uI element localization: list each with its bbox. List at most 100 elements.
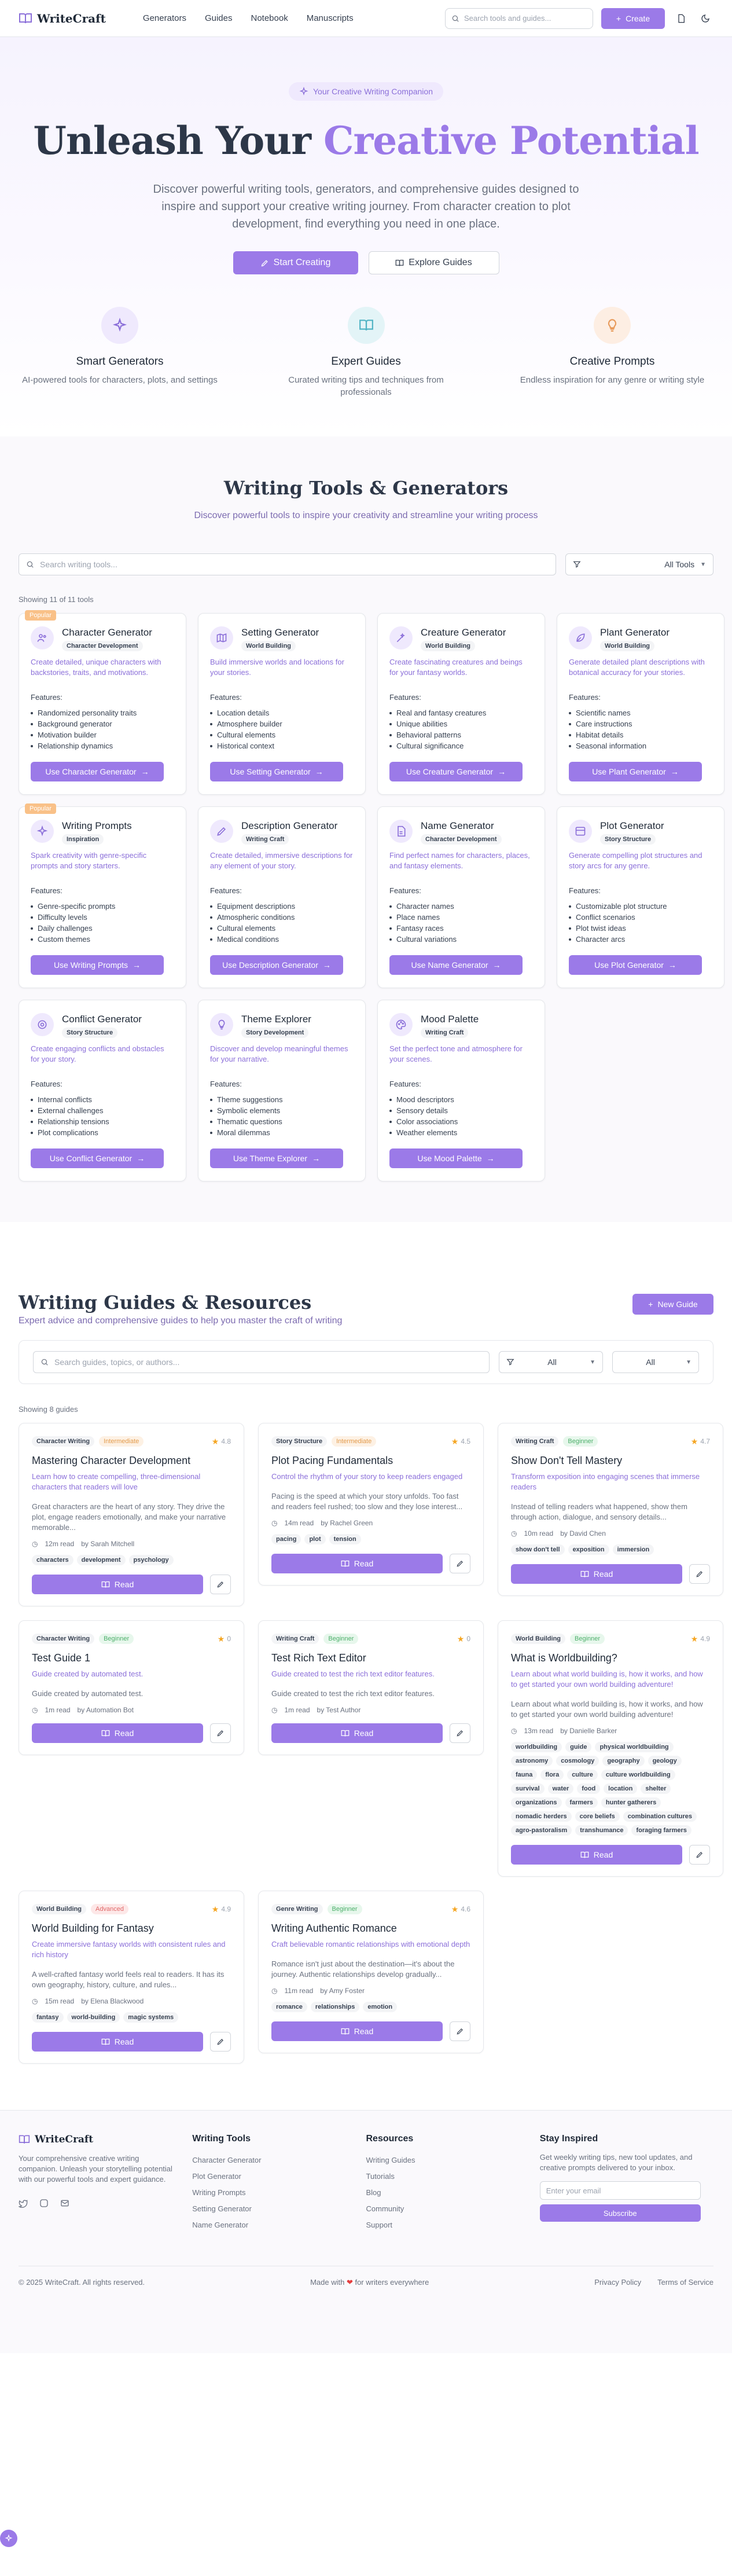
new-guide-button[interactable]: + New Guide bbox=[632, 1294, 713, 1315]
use-tool-button[interactable]: Use Name Generator → bbox=[389, 955, 523, 975]
read-guide-button[interactable]: Read bbox=[511, 1564, 682, 1584]
use-tool-button[interactable]: Use Conflict Generator → bbox=[31, 1148, 164, 1168]
guide-tag[interactable]: relationships bbox=[310, 2002, 360, 2012]
guide-tag[interactable]: location bbox=[604, 1784, 638, 1794]
guide-title[interactable]: Plot Pacing Fundamentals bbox=[271, 1455, 470, 1467]
guide-tag[interactable]: show don't tell bbox=[511, 1544, 565, 1555]
start-creating-button[interactable]: Start Creating bbox=[233, 251, 358, 274]
guide-tag[interactable]: development bbox=[76, 1555, 126, 1565]
edit-guide-button[interactable] bbox=[210, 1575, 231, 1594]
guide-tag[interactable]: flora bbox=[540, 1770, 564, 1780]
guide-tag[interactable]: organizations bbox=[511, 1797, 562, 1808]
footer-link[interactable]: Character Generator bbox=[192, 2152, 366, 2168]
read-guide-button[interactable]: Read bbox=[32, 2032, 203, 2052]
floating-action-button[interactable] bbox=[0, 2530, 17, 2547]
guide-tag[interactable]: core beliefs bbox=[575, 1811, 620, 1822]
explore-guides-button[interactable]: Explore Guides bbox=[368, 251, 499, 274]
nav-search-input[interactable]: Search tools and guides... bbox=[445, 8, 593, 29]
guide-tag[interactable]: guide bbox=[565, 1742, 592, 1752]
footer-link[interactable]: Tutorials bbox=[366, 2168, 540, 2185]
footer-link[interactable]: Blog bbox=[366, 2185, 540, 2201]
use-tool-button[interactable]: Use Setting Generator → bbox=[210, 762, 343, 781]
twitter-icon[interactable] bbox=[19, 2199, 28, 2208]
use-tool-button[interactable]: Use Creature Generator → bbox=[389, 762, 523, 781]
guide-tag[interactable]: immersion bbox=[612, 1544, 654, 1555]
guide-title[interactable]: Show Don't Tell Mastery bbox=[511, 1455, 710, 1467]
nav-link-generators[interactable]: Generators bbox=[143, 13, 186, 23]
guides-search-input[interactable]: Search guides, topics, or authors... bbox=[33, 1351, 490, 1373]
guide-title[interactable]: Writing Authentic Romance bbox=[271, 1922, 470, 1935]
instagram-icon[interactable] bbox=[39, 2199, 49, 2208]
use-tool-button[interactable]: Use Plant Generator → bbox=[569, 762, 702, 781]
use-tool-button[interactable]: Use Theme Explorer → bbox=[210, 1148, 343, 1168]
guide-tag[interactable]: characters bbox=[32, 1555, 73, 1565]
guide-tag[interactable]: astronomy bbox=[511, 1756, 553, 1766]
footer-link[interactable]: Writing Guides bbox=[366, 2152, 540, 2168]
terms-link[interactable]: Terms of Service bbox=[657, 2278, 713, 2287]
logo[interactable]: WriteCraft bbox=[19, 12, 106, 25]
tools-category-select[interactable]: All Tools ▼ bbox=[565, 553, 713, 575]
edit-guide-button[interactable] bbox=[689, 1845, 710, 1865]
guide-tag[interactable]: exposition bbox=[568, 1544, 609, 1555]
guide-tag[interactable]: magic systems bbox=[123, 2012, 179, 2023]
guide-tag[interactable]: transhumance bbox=[575, 1825, 628, 1836]
footer-link[interactable]: Community bbox=[366, 2201, 540, 2217]
guide-tag[interactable]: cosmology bbox=[556, 1756, 599, 1766]
use-tool-button[interactable]: Use Plot Generator → bbox=[569, 955, 702, 975]
guide-tag[interactable]: tension bbox=[329, 1534, 361, 1544]
edit-guide-button[interactable] bbox=[450, 1554, 470, 1573]
read-guide-button[interactable]: Read bbox=[271, 1723, 443, 1743]
privacy-link[interactable]: Privacy Policy bbox=[594, 2278, 641, 2287]
guide-title[interactable]: Test Guide 1 bbox=[32, 1652, 231, 1664]
guide-tag[interactable]: shelter bbox=[641, 1784, 671, 1794]
guide-tag[interactable]: nomadic herders bbox=[511, 1811, 572, 1822]
subscribe-button[interactable]: Subscribe bbox=[539, 2204, 701, 2222]
footer-link[interactable]: Plot Generator bbox=[192, 2168, 366, 2185]
read-guide-button[interactable]: Read bbox=[511, 1845, 682, 1865]
guide-tag[interactable]: agro-pastoralism bbox=[511, 1825, 572, 1836]
use-tool-button[interactable]: Use Mood Palette → bbox=[389, 1148, 523, 1168]
theme-toggle-button[interactable] bbox=[697, 10, 713, 27]
nav-link-notebook[interactable]: Notebook bbox=[251, 13, 288, 23]
use-tool-button[interactable]: Use Writing Prompts → bbox=[31, 955, 164, 975]
tools-search-input[interactable]: Search writing tools... bbox=[19, 553, 556, 575]
guide-tag[interactable]: pacing bbox=[271, 1534, 301, 1544]
guide-tag[interactable]: culture bbox=[567, 1770, 598, 1780]
guide-tag[interactable]: farmers bbox=[565, 1797, 598, 1808]
guide-tag[interactable]: foraging farmers bbox=[631, 1825, 691, 1836]
guide-tag[interactable]: geography bbox=[602, 1756, 645, 1766]
footer-link[interactable]: Writing Prompts bbox=[192, 2185, 366, 2201]
guide-title[interactable]: Test Rich Text Editor bbox=[271, 1652, 470, 1664]
footer-link[interactable]: Name Generator bbox=[192, 2217, 366, 2233]
guide-tag[interactable]: physical worldbuilding bbox=[595, 1742, 674, 1752]
edit-guide-button[interactable] bbox=[450, 1723, 470, 1743]
guide-tag[interactable]: fauna bbox=[511, 1770, 538, 1780]
guides-category-select[interactable]: All ▼ bbox=[499, 1351, 603, 1373]
guide-tag[interactable]: combination cultures bbox=[623, 1811, 697, 1822]
guide-tag[interactable]: psychology bbox=[128, 1555, 174, 1565]
nav-link-guides[interactable]: Guides bbox=[205, 13, 233, 23]
use-tool-button[interactable]: Use Character Generator → bbox=[31, 762, 164, 781]
mail-icon[interactable] bbox=[60, 2199, 69, 2208]
guide-tag[interactable]: culture worldbuilding bbox=[601, 1770, 675, 1780]
nav-link-manuscripts[interactable]: Manuscripts bbox=[307, 13, 354, 23]
notebook-button[interactable] bbox=[673, 10, 689, 27]
guide-title[interactable]: World Building for Fantasy bbox=[32, 1922, 231, 1935]
read-guide-button[interactable]: Read bbox=[271, 1554, 443, 1573]
edit-guide-button[interactable] bbox=[689, 1564, 710, 1584]
footer-logo[interactable]: WriteCraft bbox=[19, 2134, 192, 2145]
edit-guide-button[interactable] bbox=[450, 2021, 470, 2041]
guides-level-select[interactable]: All ▼ bbox=[612, 1351, 699, 1373]
footer-link[interactable]: Setting Generator bbox=[192, 2201, 366, 2217]
read-guide-button[interactable]: Read bbox=[32, 1575, 203, 1594]
guide-title[interactable]: What is Worldbuilding? bbox=[511, 1652, 710, 1664]
guide-tag[interactable]: worldbuilding bbox=[511, 1742, 562, 1752]
edit-guide-button[interactable] bbox=[210, 2032, 231, 2052]
guide-tag[interactable]: survival bbox=[511, 1784, 545, 1794]
guide-tag[interactable]: emotion bbox=[363, 2002, 398, 2012]
newsletter-email-input[interactable]: Enter your email bbox=[539, 2181, 701, 2200]
guide-tag[interactable]: water bbox=[547, 1784, 574, 1794]
guide-tag[interactable]: hunter gatherers bbox=[601, 1797, 661, 1808]
edit-guide-button[interactable] bbox=[210, 1723, 231, 1743]
use-tool-button[interactable]: Use Description Generator → bbox=[210, 955, 343, 975]
